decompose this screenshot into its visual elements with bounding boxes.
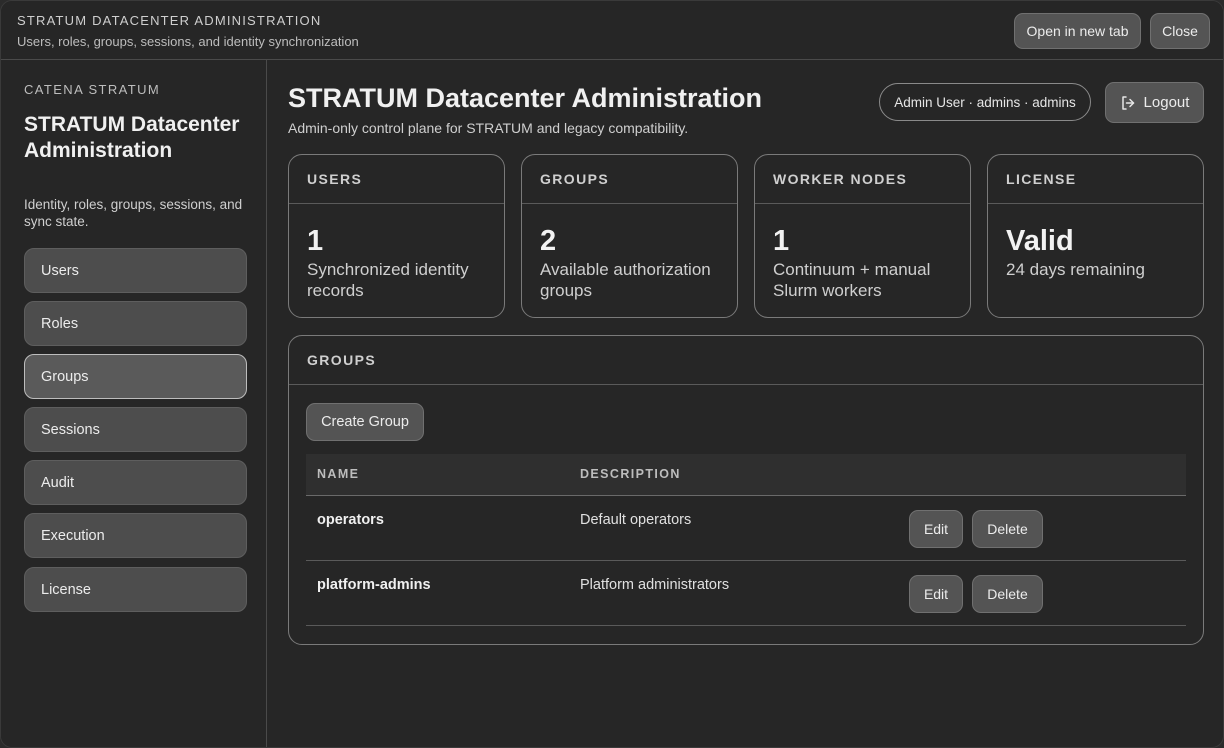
card-label: USERS [289, 155, 504, 204]
sidebar-title: STRATUM Datacenter Administration [24, 113, 240, 162]
sidebar-item-audit[interactable]: Audit [24, 460, 247, 505]
delete-button[interactable]: Delete [972, 510, 1043, 548]
stat-card-users: USERS 1 Synchronized identity records [288, 154, 505, 318]
window-subtitle: Users, roles, groups, sessions, and iden… [17, 34, 359, 49]
open-in-new-tab-button[interactable]: Open in new tab [1014, 13, 1141, 49]
stat-card-worker-nodes: WORKER NODES 1 Continuum + manual Slurm … [754, 154, 971, 318]
app-window: STRATUM DATACENTER ADMINISTRATION Users,… [0, 0, 1224, 748]
card-value: 1 [307, 225, 324, 257]
user-badge: Admin User · admins · admins [879, 83, 1091, 121]
page-title: STRATUM Datacenter Administration [288, 83, 763, 113]
sidebar-description: Identity, roles, groups, sessions, and s… [24, 197, 243, 229]
sidebar-item-execution[interactable]: Execution [24, 513, 247, 558]
table-row: operators Default operators Edit Delete [306, 496, 1186, 561]
page-subtitle: Admin-only control plane for STRATUM and… [288, 120, 689, 136]
column-header-name: NAME [317, 467, 360, 481]
card-description: Available authorization groups [540, 260, 711, 300]
delete-button[interactable]: Delete [972, 575, 1043, 613]
card-label: GROUPS [522, 155, 737, 204]
sidebar: CATENA STRATUM STRATUM Datacenter Admini… [1, 60, 267, 747]
logout-button[interactable]: Logout [1105, 82, 1204, 123]
group-description: Platform administrators [580, 577, 730, 593]
edit-button[interactable]: Edit [909, 575, 963, 613]
group-name: platform-admins [317, 577, 431, 593]
title-bar: STRATUM DATACENTER ADMINISTRATION Users,… [1, 1, 1223, 60]
window-title: STRATUM DATACENTER ADMINISTRATION [17, 13, 322, 28]
sidebar-item-sessions[interactable]: Sessions [24, 407, 247, 452]
main-content: STRATUM Datacenter Administration Admin-… [268, 60, 1223, 747]
group-name: operators [317, 512, 384, 528]
create-group-button[interactable]: Create Group [306, 403, 424, 441]
card-description: 24 days remaining [1006, 260, 1145, 279]
table-header: NAME DESCRIPTION [306, 454, 1186, 496]
stat-card-license: LICENSE Valid 24 days remaining [987, 154, 1204, 318]
edit-button[interactable]: Edit [909, 510, 963, 548]
sidebar-brand: CATENA STRATUM [24, 82, 161, 97]
card-description: Continuum + manual Slurm workers [773, 260, 931, 300]
sidebar-item-license[interactable]: License [24, 567, 247, 612]
sidebar-item-users[interactable]: Users [24, 248, 247, 293]
card-value: 1 [773, 225, 790, 257]
group-description: Default operators [580, 512, 692, 528]
close-button[interactable]: Close [1150, 13, 1210, 49]
card-value: Valid [1006, 225, 1074, 257]
card-label: LICENSE [988, 155, 1203, 204]
card-label: WORKER NODES [755, 155, 970, 204]
sidebar-item-groups[interactable]: Groups [24, 354, 247, 399]
table-row: platform-admins Platform administrators … [306, 561, 1186, 626]
groups-panel-heading: GROUPS [289, 336, 1203, 385]
logout-label: Logout [1143, 94, 1190, 111]
card-description: Synchronized identity records [307, 260, 469, 300]
groups-table: NAME DESCRIPTION operators Default opera… [306, 454, 1186, 626]
card-value: 2 [540, 225, 557, 257]
column-header-description: DESCRIPTION [580, 467, 681, 481]
stat-card-groups: GROUPS 2 Available authorization groups [521, 154, 738, 318]
logout-icon [1121, 95, 1134, 110]
sidebar-item-roles[interactable]: Roles [24, 301, 247, 346]
groups-panel: GROUPS Create Group NAME DESCRIPTION ope… [288, 335, 1204, 645]
